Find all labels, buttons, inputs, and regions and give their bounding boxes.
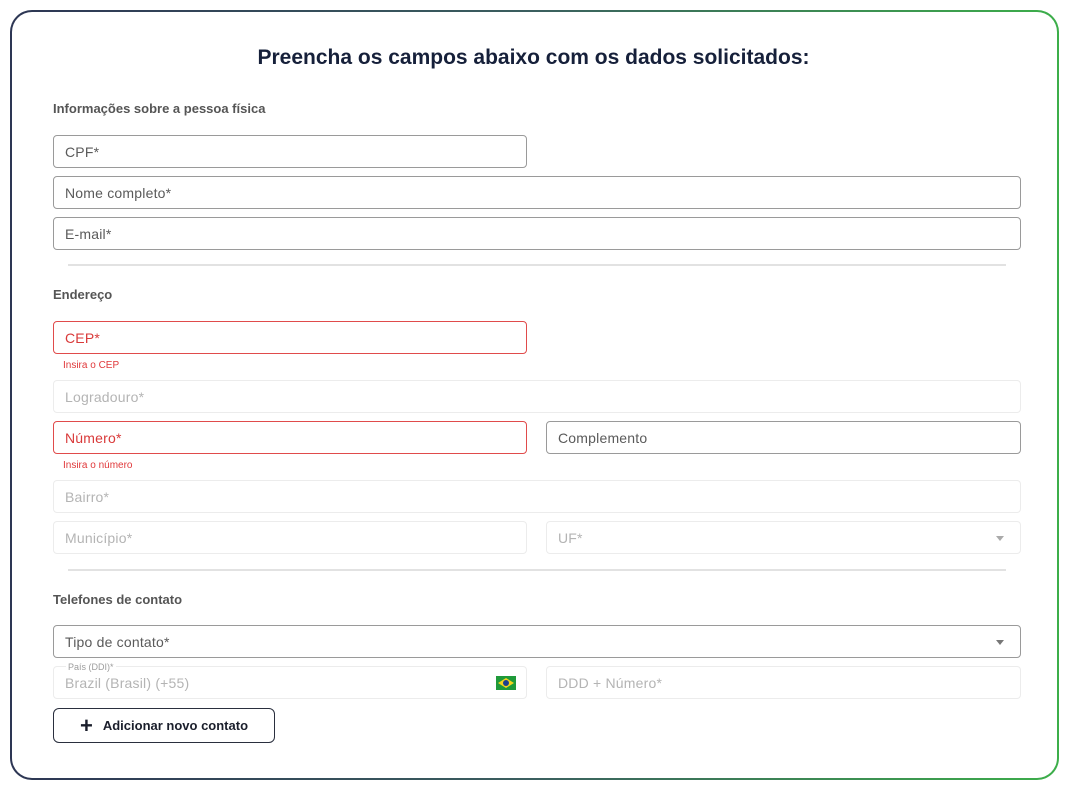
state-select[interactable]: UF* — [546, 521, 1021, 554]
page-title: Preencha os campos abaixo com os dados s… — [257, 46, 810, 69]
email-field[interactable]: E-mail* — [53, 217, 1021, 250]
street-field[interactable]: Logradouro* — [53, 380, 1021, 413]
email-label: E-mail* — [65, 225, 112, 242]
cep-error-message: Insira o CEP — [63, 360, 120, 371]
street-label: Logradouro* — [65, 388, 145, 405]
number-error-message: Insira o número — [63, 460, 133, 471]
full-name-field[interactable]: Nome completo* — [53, 176, 1021, 209]
chevron-down-icon — [996, 536, 1004, 541]
full-name-label: Nome completo* — [65, 184, 172, 201]
city-label: Município* — [65, 529, 133, 546]
state-label: UF* — [558, 529, 583, 546]
cpf-field[interactable]: CPF* — [53, 135, 527, 168]
cpf-label: CPF* — [65, 143, 100, 160]
phone-number-label: DDD + Número* — [558, 674, 663, 691]
cep-field[interactable]: CEP* — [53, 321, 527, 354]
section-phones-title: Telefones de contato — [53, 592, 183, 607]
section-person-title: Informações sobre a pessoa física — [53, 101, 266, 116]
divider — [68, 569, 1006, 571]
country-ddi-select[interactable]: Brazil (Brasil) (+55) — [53, 666, 527, 699]
section-address-title: Endereço — [53, 287, 113, 302]
contact-type-select[interactable]: Tipo de contato* — [53, 625, 1021, 658]
country-ddi-label: País (DDI)* — [66, 662, 116, 672]
chevron-down-icon — [996, 640, 1004, 645]
country-value: Brazil (Brasil) (+55) — [65, 674, 190, 691]
contact-type-label: Tipo de contato* — [65, 633, 170, 650]
add-contact-button[interactable]: + Adicionar novo contato — [53, 708, 275, 743]
city-field[interactable]: Município* — [53, 521, 527, 554]
neighborhood-label: Bairro* — [65, 488, 110, 505]
add-contact-label: Adicionar novo contato — [102, 718, 249, 733]
complement-label: Complemento — [558, 429, 648, 446]
plus-icon: + — [79, 712, 93, 738]
number-label: Número* — [65, 429, 122, 446]
cep-label: CEP* — [65, 329, 101, 346]
complement-field[interactable]: Complemento — [546, 421, 1021, 454]
number-field[interactable]: Número* — [53, 421, 527, 454]
phone-number-field[interactable]: DDD + Número* — [546, 666, 1021, 699]
brazil-flag-icon — [496, 676, 516, 690]
divider — [68, 264, 1006, 266]
neighborhood-field[interactable]: Bairro* — [53, 480, 1021, 513]
